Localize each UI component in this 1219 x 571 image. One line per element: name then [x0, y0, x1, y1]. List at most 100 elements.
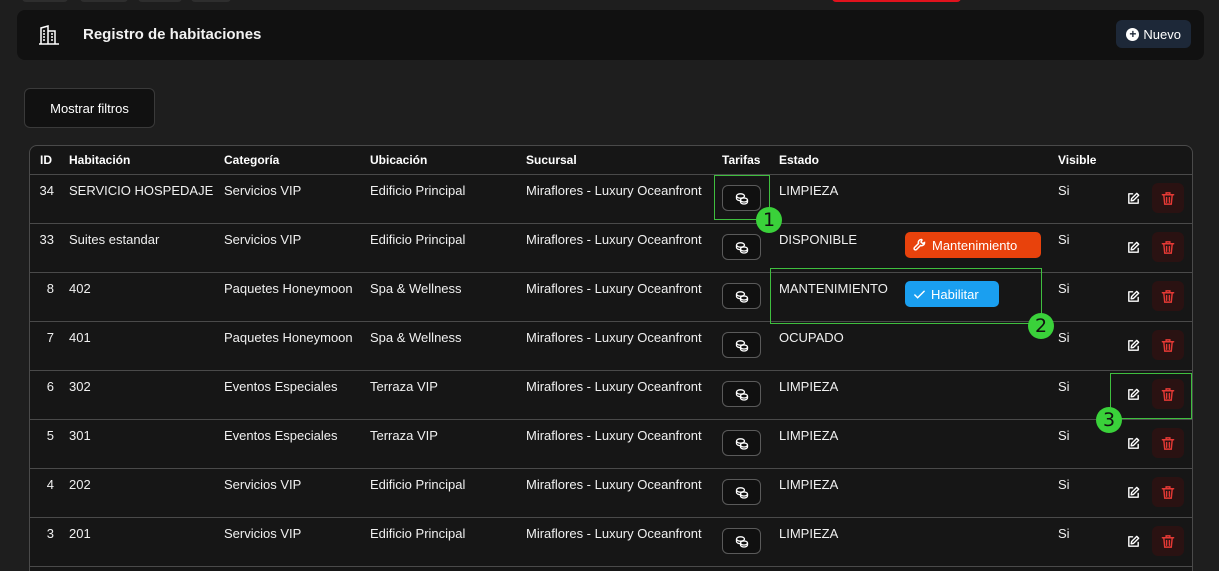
- cell-estado: LIMPIEZA: [779, 379, 839, 394]
- annotation-marker: 2: [1028, 313, 1054, 339]
- edit-button[interactable]: [1120, 528, 1146, 554]
- delete-button[interactable]: [1152, 232, 1184, 262]
- column-visible[interactable]: Visible: [1058, 153, 1096, 167]
- delete-button[interactable]: [1152, 379, 1184, 409]
- delete-button[interactable]: [1152, 281, 1184, 311]
- cell-estado: LIMPIEZA: [779, 477, 839, 492]
- cell-sucursal: Miraflores - Luxury Oceanfront: [526, 428, 702, 443]
- tarifas-button[interactable]: [722, 528, 761, 554]
- coins-icon: [735, 240, 749, 254]
- mantenimiento-button[interactable]: Mantenimiento: [905, 232, 1041, 258]
- tarifas-button[interactable]: [722, 283, 761, 309]
- edit-button[interactable]: [1120, 185, 1146, 211]
- table-row: 6 302 Eventos Especiales Terraza VIP Miraflo…: [30, 371, 1192, 420]
- cell-visible: Si: [1058, 477, 1070, 492]
- cell-sucursal: Miraflores - Luxury Oceanfront: [526, 526, 702, 541]
- coins-icon: [735, 534, 749, 548]
- toolbar-button-fragment[interactable]: [22, 0, 68, 2]
- cell-habitacion: Suites estandar: [69, 232, 160, 247]
- table-row: 33 Suites estandar Servicios VIP Edificio P…: [30, 224, 1192, 273]
- toolbar-button-fragment[interactable]: [191, 0, 231, 2]
- table-row: 34 SERVICIO HOSPEDAJE Servicios VIP Edifici…: [30, 175, 1192, 224]
- coins-icon: [735, 191, 749, 205]
- cell-visible: Si: [1058, 232, 1070, 247]
- delete-button[interactable]: [1152, 183, 1184, 213]
- trash-icon: [1161, 534, 1175, 549]
- tarifas-button[interactable]: [722, 430, 761, 456]
- top-toolbar-fragment: [0, 0, 1219, 4]
- cell-ubicacion: Edificio Principal: [370, 183, 466, 198]
- cell-visible: Si: [1058, 379, 1070, 394]
- check-icon: [913, 288, 926, 301]
- tarifas-button[interactable]: [722, 381, 761, 407]
- delete-button[interactable]: [1152, 428, 1184, 458]
- edit-icon: [1126, 485, 1141, 500]
- cell-categoria: Eventos Especiales: [224, 428, 338, 443]
- cell-ubicacion: Spa & Wellness: [370, 330, 462, 345]
- edit-button[interactable]: [1120, 381, 1146, 407]
- column-ubicacion[interactable]: Ubicación: [370, 153, 427, 167]
- new-button[interactable]: + Nuevo: [1116, 20, 1191, 48]
- edit-button[interactable]: [1120, 332, 1146, 358]
- trash-icon: [1161, 485, 1175, 500]
- delete-button[interactable]: [1152, 330, 1184, 360]
- tarifas-button[interactable]: [722, 185, 761, 211]
- cell-habitacion: 401: [69, 330, 91, 345]
- toolbar-button-fragment[interactable]: [832, 0, 961, 2]
- delete-button[interactable]: [1152, 477, 1184, 507]
- cell-visible: Si: [1058, 183, 1070, 198]
- cell-estado: LIMPIEZA: [779, 183, 839, 198]
- plus-circle-icon: +: [1126, 27, 1140, 41]
- building-icon: [38, 24, 60, 46]
- cell-estado: LIMPIEZA: [779, 428, 839, 443]
- edit-icon: [1126, 240, 1141, 255]
- column-id[interactable]: ID: [40, 153, 52, 167]
- edit-button[interactable]: [1120, 479, 1146, 505]
- cell-id: 5: [46, 428, 54, 443]
- edit-button[interactable]: [1120, 234, 1146, 260]
- trash-icon: [1161, 387, 1175, 402]
- tarifas-button[interactable]: [722, 332, 761, 358]
- cell-categoria: Servicios VIP: [224, 232, 302, 247]
- cell-id: 3: [46, 526, 54, 541]
- cell-sucursal: Miraflores - Luxury Oceanfront: [526, 281, 702, 296]
- tarifas-button[interactable]: [722, 479, 761, 505]
- edit-icon: [1126, 387, 1141, 402]
- edit-button[interactable]: [1120, 283, 1146, 309]
- column-estado[interactable]: Estado: [779, 153, 819, 167]
- column-tarifas[interactable]: Tarifas: [722, 153, 760, 167]
- cell-estado: LIMPIEZA: [779, 526, 839, 541]
- coins-icon: [735, 289, 749, 303]
- column-categoria[interactable]: Categoría: [224, 153, 279, 167]
- cell-sucursal: Miraflores - Luxury Oceanfront: [526, 477, 702, 492]
- edit-icon: [1126, 191, 1141, 206]
- edit-icon: [1126, 534, 1141, 549]
- trash-icon: [1161, 289, 1175, 304]
- cell-categoria: Servicios VIP: [224, 477, 302, 492]
- cell-id: 8: [46, 281, 54, 296]
- coins-icon: [735, 436, 749, 450]
- cell-habitacion: 402: [69, 281, 91, 296]
- cell-ubicacion: Terraza VIP: [370, 428, 438, 443]
- coins-icon: [735, 387, 749, 401]
- cell-ubicacion: Edificio Principal: [370, 232, 466, 247]
- column-habitacion[interactable]: Habitación: [69, 153, 130, 167]
- edit-button[interactable]: [1120, 430, 1146, 456]
- cell-id: 4: [46, 477, 54, 492]
- cell-sucursal: Miraflores - Luxury Oceanfront: [526, 232, 702, 247]
- show-filters-button[interactable]: Mostrar filtros: [24, 88, 155, 128]
- page-header: Registro de habitaciones + Nuevo: [17, 10, 1204, 60]
- cell-visible: Si: [1058, 281, 1070, 296]
- cell-categoria: Servicios VIP: [224, 183, 302, 198]
- toolbar-button-fragment[interactable]: [138, 0, 182, 2]
- delete-button[interactable]: [1152, 526, 1184, 556]
- toolbar-button-fragment[interactable]: [80, 0, 128, 2]
- habilitar-button[interactable]: Habilitar: [905, 281, 999, 307]
- cell-ubicacion: Terraza VIP: [370, 379, 438, 394]
- coins-icon: [735, 338, 749, 352]
- tarifas-button[interactable]: [722, 234, 761, 260]
- column-sucursal[interactable]: Sucursal: [526, 153, 577, 167]
- rooms-table: ID Habitación Categoría Ubicación Sucurs…: [29, 145, 1193, 571]
- cell-habitacion: 302: [69, 379, 91, 394]
- state-button-label: Habilitar: [931, 286, 979, 302]
